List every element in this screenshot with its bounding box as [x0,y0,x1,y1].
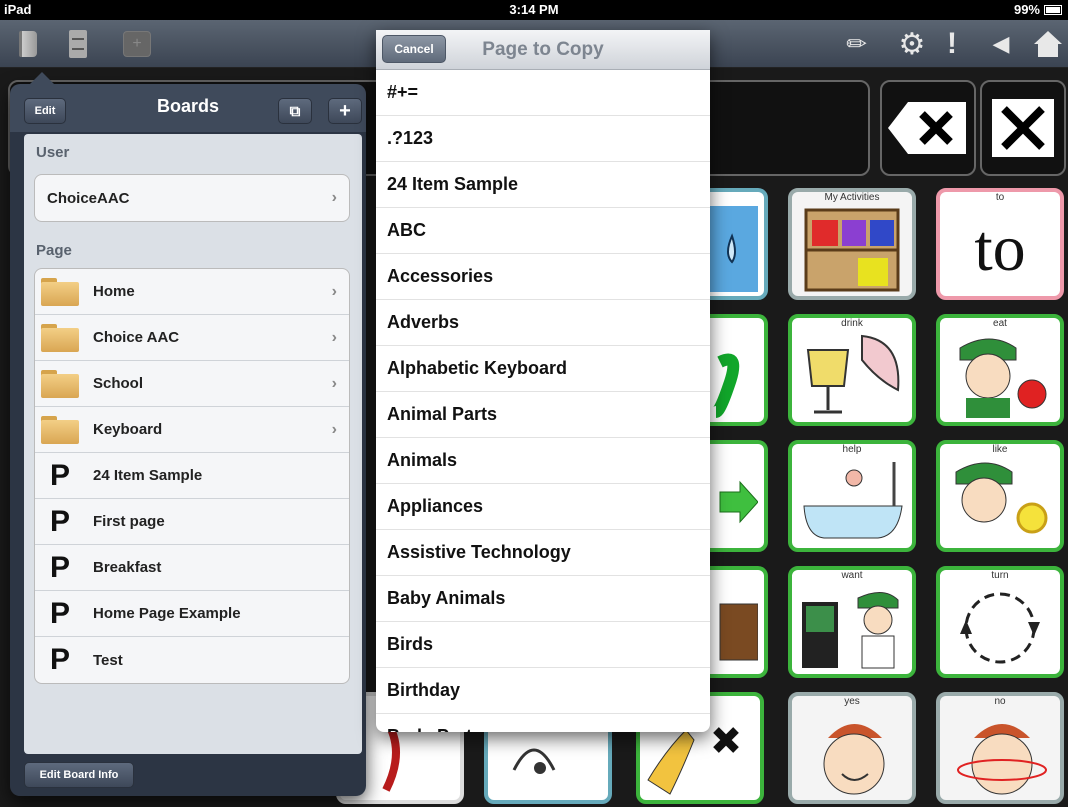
pencil-icon[interactable]: ✎ [835,22,879,66]
tile-yes[interactable]: yes [788,692,916,804]
boards-popover: Edit Boards ⧉ + User ChoiceAAC › Page Ho… [10,84,366,796]
list-item[interactable]: Birthday [376,668,710,714]
close-icon [992,99,1054,157]
tile-turn[interactable]: turn [936,566,1064,678]
list-item[interactable]: #+= [376,70,710,116]
page-item-test[interactable]: P Test [35,637,349,683]
tile-want[interactable]: want [788,566,916,678]
copy-icon: ⧉ [289,102,301,120]
file-cabinet-icon[interactable] [64,28,92,60]
boards-title: Boards [156,96,219,116]
page-to-copy-title: Page to Copy [482,39,604,60]
list-item[interactable]: Animals [376,438,710,484]
bath-help-icon [798,460,906,542]
boy-tv-icon [798,586,906,669]
shaking-face-icon [946,712,1054,795]
list-item[interactable]: Birds [376,622,710,668]
page-to-copy-list[interactable]: #+= .?123 24 Item Sample ABC Accessories… [376,70,710,732]
list-item[interactable]: Animal Parts [376,392,710,438]
page-icon: P [49,504,70,538]
cancel-button[interactable]: Cancel [382,35,446,63]
page-to-copy-popover: Cancel Page to Copy #+= .?123 24 Item Sa… [376,30,710,732]
status-bar: iPad 3:14 PM 99% [0,0,1068,20]
clear-button[interactable] [980,80,1066,176]
page-section-header: Page [36,242,72,259]
page-group: Home › Choice AAC › School › Keyboard › [34,268,350,684]
list-item[interactable]: .?123 [376,116,710,162]
user-item-choiceaac[interactable]: ChoiceAAC › [35,175,349,221]
shelf-icon [798,208,906,292]
popover-arrow [28,72,56,86]
tile-like[interactable]: like [936,440,1064,552]
turn-circle-icon [946,586,1054,668]
home-icon[interactable] [1032,28,1064,60]
tile-help[interactable]: help [788,440,916,552]
list-item[interactable]: Alphabetic Keyboard [376,346,710,392]
list-item[interactable]: 24 Item Sample [376,162,710,208]
page-item-school[interactable]: School › [35,361,349,407]
list-item[interactable]: Appliances [376,484,710,530]
blank-box-icon[interactable]: + [122,28,152,60]
list-item[interactable]: Adverbs [376,300,710,346]
gear-icon[interactable]: ⚙ [896,28,928,61]
list-item[interactable]: Body Parts [376,714,710,732]
tile-my-activities[interactable]: My Activities [788,188,916,300]
chevron-right-icon: › [331,282,337,300]
user-group: ChoiceAAC › [34,174,350,222]
folder-icon [41,415,79,444]
backspace-button[interactable] [880,80,976,176]
page-item-home-page-example[interactable]: P Home Page Example [35,591,349,637]
boards-list: User ChoiceAAC › Page Home › Choice AAC … [24,134,362,754]
battery-percent: 99% [1013,2,1040,17]
page-item-choice-aac[interactable]: Choice AAC › [35,315,349,361]
copy-board-button[interactable]: ⧉ [278,98,312,124]
page-item-home[interactable]: Home › [35,269,349,315]
chevron-right-icon: › [331,420,337,438]
tile-to[interactable]: to to [936,188,1064,300]
page-icon: P [49,596,70,630]
edit-board-info-button[interactable]: Edit Board Info [24,762,134,788]
folder-icon [41,369,79,398]
chevron-right-icon: › [331,328,337,346]
page-item-first-page[interactable]: P First page [35,499,349,545]
boy-apple-icon [946,334,1054,418]
back-icon[interactable]: ◀ [986,28,1016,60]
list-item[interactable]: Assistive Technology [376,530,710,576]
page-item-24-item-sample[interactable]: P 24 Item Sample [35,453,349,499]
book-icon[interactable] [14,28,42,60]
page-item-breakfast[interactable]: P Breakfast [35,545,349,591]
page-icon: P [49,550,70,584]
list-item[interactable]: ABC [376,208,710,254]
backspace-icon [888,102,966,154]
ipad-screen: iPad 3:14 PM 99% + ✎ ⚙ ! ◀ rs [0,0,1068,807]
tile-eat[interactable]: eat [936,314,1064,426]
exclamation-icon[interactable]: ! [942,27,962,60]
battery-icon [1044,4,1062,15]
page-icon: P [49,643,70,676]
folder-icon [41,323,79,352]
user-section-header: User [36,144,70,161]
tile-no[interactable]: no [936,692,1064,804]
clock: 3:14 PM [509,2,559,17]
list-item[interactable]: Baby Animals [376,576,710,622]
page-to-copy-header: Cancel Page to Copy [376,30,710,70]
chevron-right-icon: › [331,374,337,392]
tile-drink[interactable]: drink [788,314,916,426]
page-item-keyboard[interactable]: Keyboard › [35,407,349,453]
list-item[interactable]: Accessories [376,254,710,300]
folder-icon [41,277,79,306]
page-icon: P [49,458,70,492]
boy-sun-icon [946,460,1054,542]
boards-header: Edit Boards ⧉ + [10,84,366,132]
nodding-face-icon [798,712,906,795]
add-board-button[interactable]: + [328,98,362,124]
chevron-right-icon: › [331,189,337,206]
glass-drink-icon [798,334,906,416]
